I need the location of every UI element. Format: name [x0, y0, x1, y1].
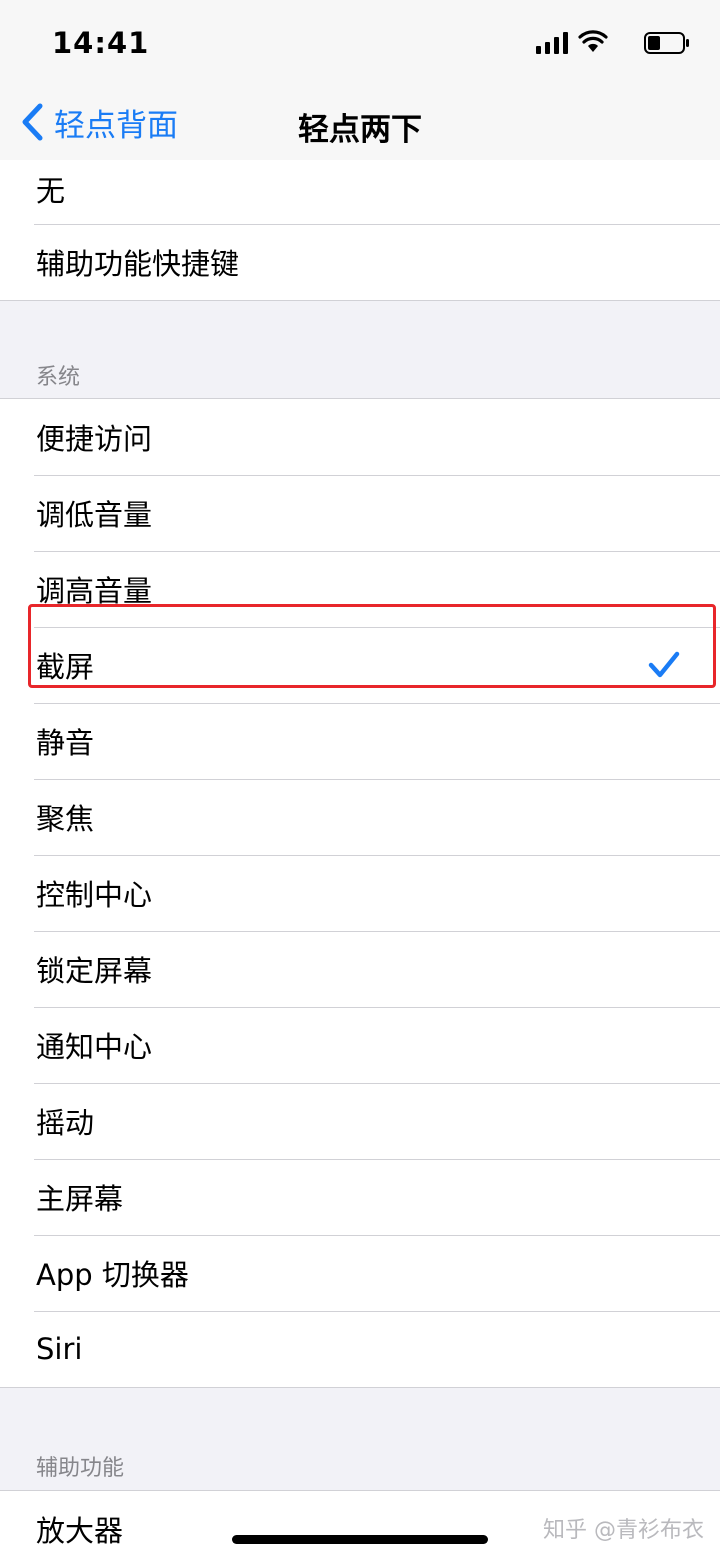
status-icons	[530, 28, 690, 58]
list-item-label: 锁定屏幕	[36, 954, 153, 988]
list-item[interactable]: 摇动	[0, 1083, 720, 1159]
navigation-bar: 轻点背面 轻点两下	[0, 86, 720, 161]
list-item-label: 摇动	[36, 1106, 95, 1140]
status-time: 14:41	[52, 26, 150, 60]
section-header-accessibility: 辅助功能	[36, 1456, 125, 1481]
list-item-label: 聚焦	[36, 802, 95, 836]
list-item[interactable]: 静音	[0, 703, 720, 779]
list-item[interactable]: Siri	[0, 1311, 720, 1387]
list-item-label: 主屏幕	[36, 1182, 124, 1216]
list-item-label: 辅助功能快捷键	[36, 247, 240, 281]
list-item-label: 无	[36, 174, 66, 208]
list-item[interactable]: 通知中心	[0, 1007, 720, 1083]
list-item-label: 放大器	[36, 1514, 124, 1548]
list-item[interactable]: 调低音量	[0, 475, 720, 551]
list-item-label: App 切换器	[36, 1258, 189, 1292]
top-group: 无 辅助功能快捷键	[0, 160, 720, 301]
battery-icon	[644, 32, 689, 54]
list-item-label: 静音	[36, 726, 95, 760]
list-item-none[interactable]: 无	[0, 160, 720, 224]
list-item[interactable]: 主屏幕	[0, 1159, 720, 1235]
watermark: 知乎 @青衫布衣	[543, 1518, 704, 1543]
list-item-label: Siri	[36, 1332, 83, 1366]
list-item-label: 通知中心	[36, 1030, 153, 1064]
list-item[interactable]: App 切换器	[0, 1235, 720, 1311]
list-item[interactable]: 便捷访问	[0, 399, 720, 475]
list-item-accessibility-shortcut[interactable]: 辅助功能快捷键	[0, 224, 720, 300]
highlight-box	[28, 604, 716, 688]
section-header-system: 系统	[36, 365, 81, 390]
list-item-label: 调低音量	[36, 498, 153, 532]
list-item-label: 控制中心	[36, 878, 153, 912]
list-item[interactable]: 锁定屏幕	[0, 931, 720, 1007]
status-bar: 14:41	[0, 0, 720, 86]
list-item-label: 便捷访问	[36, 422, 153, 456]
page-title: 轻点两下	[298, 112, 422, 148]
home-indicator[interactable]	[232, 1535, 488, 1544]
system-group: 便捷访问 调低音量 调高音量 截屏 静音 聚焦 控制中心 锁定屏幕 通知中心 摇…	[0, 398, 720, 1388]
wifi-icon	[578, 30, 608, 52]
signal-bars-icon	[536, 32, 568, 54]
list-item[interactable]: 聚焦	[0, 779, 720, 855]
list-item[interactable]: 控制中心	[0, 855, 720, 931]
